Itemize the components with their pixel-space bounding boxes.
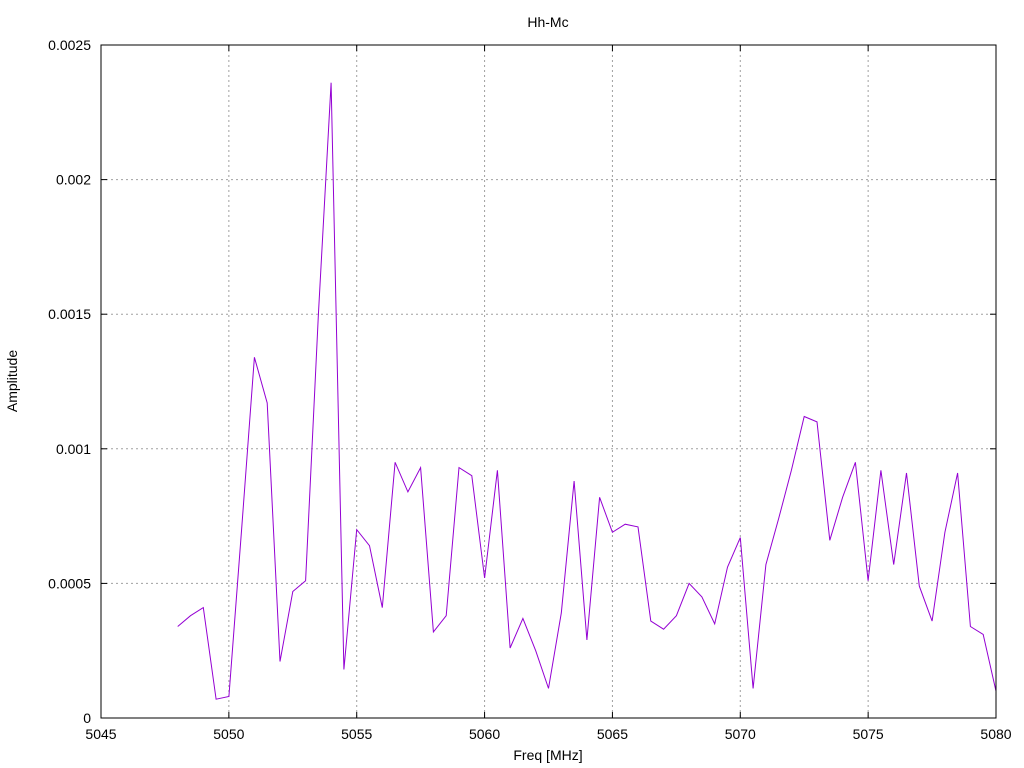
line-chart: 5045 5050 5055 5060 5065 5070 5075 5080 0 0.0005… [4,14,1012,763]
y-tick-label: 0.0025 [48,37,91,53]
x-tick-label: 5065 [597,726,628,742]
x-tick-label: 5055 [341,726,372,742]
y-axis-label: Amplitude [4,350,20,412]
y-tick-label: 0.002 [56,172,91,188]
x-tick-label: 5075 [853,726,884,742]
x-tick-label: 5045 [85,726,116,742]
y-tick-label: 0 [83,710,91,726]
x-tick-labels: 5045 5050 5055 5060 5065 5070 5075 5080 [85,726,1011,742]
y-tick-label: 0.0005 [48,575,91,591]
series-line [177,82,997,700]
x-tick-label: 5050 [213,726,244,742]
x-tick-label: 5070 [725,726,756,742]
y-tick-labels: 0 0.0005 0.001 0.0015 0.002 0.0025 [48,37,91,726]
y-tick-label: 0.0015 [48,306,91,322]
x-axis-label: Freq [MHz] [513,747,582,763]
y-tick-label: 0.001 [56,441,91,457]
x-tick-label: 5060 [469,726,500,742]
chart-title: Hh-Mc [527,14,568,30]
series-layer [177,82,997,700]
x-tick-label: 5080 [980,726,1011,742]
